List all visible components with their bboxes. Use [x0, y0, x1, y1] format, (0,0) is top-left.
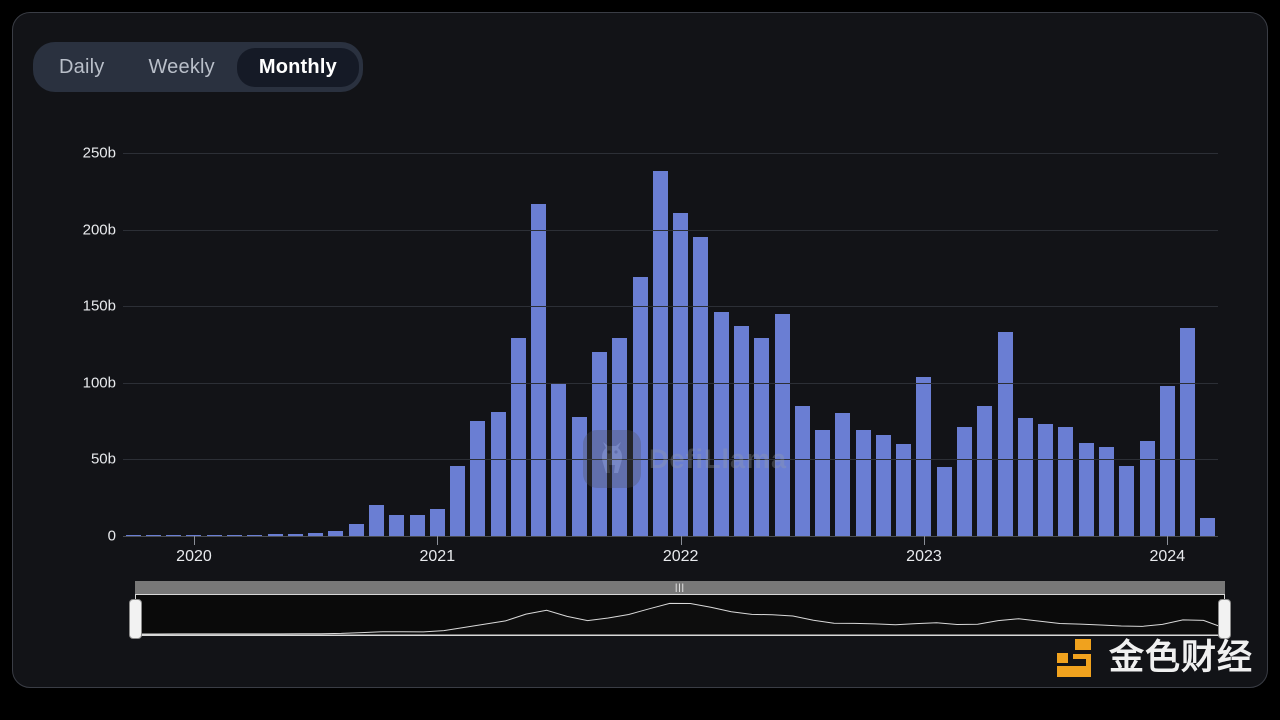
bar[interactable]	[936, 467, 952, 536]
bar[interactable]	[592, 352, 608, 536]
bar[interactable]	[1139, 441, 1155, 536]
bar[interactable]	[652, 171, 668, 536]
bar[interactable]	[1119, 465, 1135, 536]
bar[interactable]	[815, 430, 831, 536]
bar[interactable]	[875, 434, 891, 536]
bar[interactable]	[1180, 327, 1196, 536]
interval-tab-group[interactable]: Daily Weekly Monthly	[33, 42, 363, 92]
bar[interactable]	[450, 465, 466, 536]
bar[interactable]	[835, 413, 851, 536]
x-axis-tick	[1167, 536, 1169, 545]
y-axis-label: 0	[107, 527, 116, 545]
bar[interactable]	[977, 405, 993, 536]
bar[interactable]	[673, 212, 689, 536]
tab-daily[interactable]: Daily	[37, 48, 126, 87]
jinse-brand-logo: 金色财经	[1055, 637, 1253, 679]
gridline	[123, 306, 1218, 308]
y-axis-label: 250b	[82, 144, 116, 162]
x-axis-label: 2020	[176, 548, 212, 565]
y-axis-label: 50b	[90, 450, 116, 468]
x-axis-tick	[437, 536, 439, 545]
bar[interactable]	[429, 509, 445, 536]
bar[interactable]	[612, 338, 628, 536]
tab-monthly[interactable]: Monthly	[236, 47, 359, 87]
bar[interactable]	[896, 444, 912, 536]
bar[interactable]	[632, 277, 648, 536]
bar[interactable]	[1159, 385, 1175, 536]
x-axis-tick	[923, 536, 925, 545]
bar[interactable]	[389, 515, 405, 536]
bar[interactable]	[531, 203, 547, 536]
y-axis-label: 150b	[82, 297, 116, 315]
x-axis-label: 2023	[906, 548, 942, 565]
gridline	[123, 382, 1218, 384]
range-end-handle[interactable]	[1218, 599, 1231, 639]
bar[interactable]	[997, 332, 1013, 536]
bar[interactable]	[1098, 447, 1114, 536]
plot-area[interactable]: 0 50b 100b 150b 200b 250b	[83, 145, 1218, 545]
range-slider-drag-bar[interactable]: |||	[135, 581, 1225, 594]
bar[interactable]	[490, 411, 506, 536]
bar[interactable]	[368, 505, 384, 536]
gridline	[123, 153, 1218, 154]
bar[interactable]	[774, 313, 790, 536]
range-slider-preview[interactable]	[135, 594, 1225, 636]
bar-chart[interactable]: 0 50b 100b 150b 200b 250b 2020 2021 2022 2023 202…	[13, 123, 1267, 593]
grip-icon: |||	[674, 582, 685, 592]
x-axis: 2020 2021 2022 2023 2024	[123, 536, 1218, 576]
bar[interactable]	[571, 416, 587, 536]
x-axis-label: 2024	[1149, 548, 1186, 565]
bar[interactable]	[957, 427, 973, 536]
x-axis-tick	[680, 536, 682, 545]
x-axis-tick	[193, 536, 195, 545]
bar[interactable]	[409, 514, 425, 536]
bar[interactable]	[470, 421, 486, 536]
bar[interactable]	[794, 405, 810, 536]
y-axis-label: 200b	[82, 221, 116, 239]
bar[interactable]	[1017, 418, 1033, 536]
range-slider[interactable]: |||	[129, 581, 1231, 639]
bar-series[interactable]	[123, 153, 1218, 536]
x-axis-label: 2021	[419, 548, 456, 565]
bar[interactable]	[855, 430, 871, 536]
bar[interactable]	[1038, 424, 1054, 536]
app-root: Daily Weekly Monthly 0 50b 100b 150b 200b 250…	[0, 0, 1280, 720]
tab-weekly[interactable]: Weekly	[126, 48, 236, 87]
gridline	[123, 459, 1218, 461]
range-start-handle[interactable]	[129, 599, 142, 639]
chart-panel: Daily Weekly Monthly 0 50b 100b 150b 200b 250…	[12, 12, 1268, 688]
bar[interactable]	[1058, 427, 1074, 536]
brand-name: 金色财经	[1108, 637, 1253, 678]
x-axis-label: 2022	[662, 548, 699, 565]
jinse-logo-icon	[1055, 637, 1097, 679]
bar[interactable]	[1200, 517, 1216, 536]
bar[interactable]	[916, 376, 932, 536]
bar[interactable]	[733, 326, 749, 536]
bar[interactable]	[713, 312, 729, 536]
bar[interactable]	[510, 338, 526, 536]
bar[interactable]	[693, 237, 709, 536]
gridline	[123, 229, 1218, 231]
y-axis-label: 100b	[82, 374, 116, 392]
bar[interactable]	[348, 523, 364, 536]
bar[interactable]	[1078, 442, 1094, 536]
bar[interactable]	[754, 338, 770, 536]
